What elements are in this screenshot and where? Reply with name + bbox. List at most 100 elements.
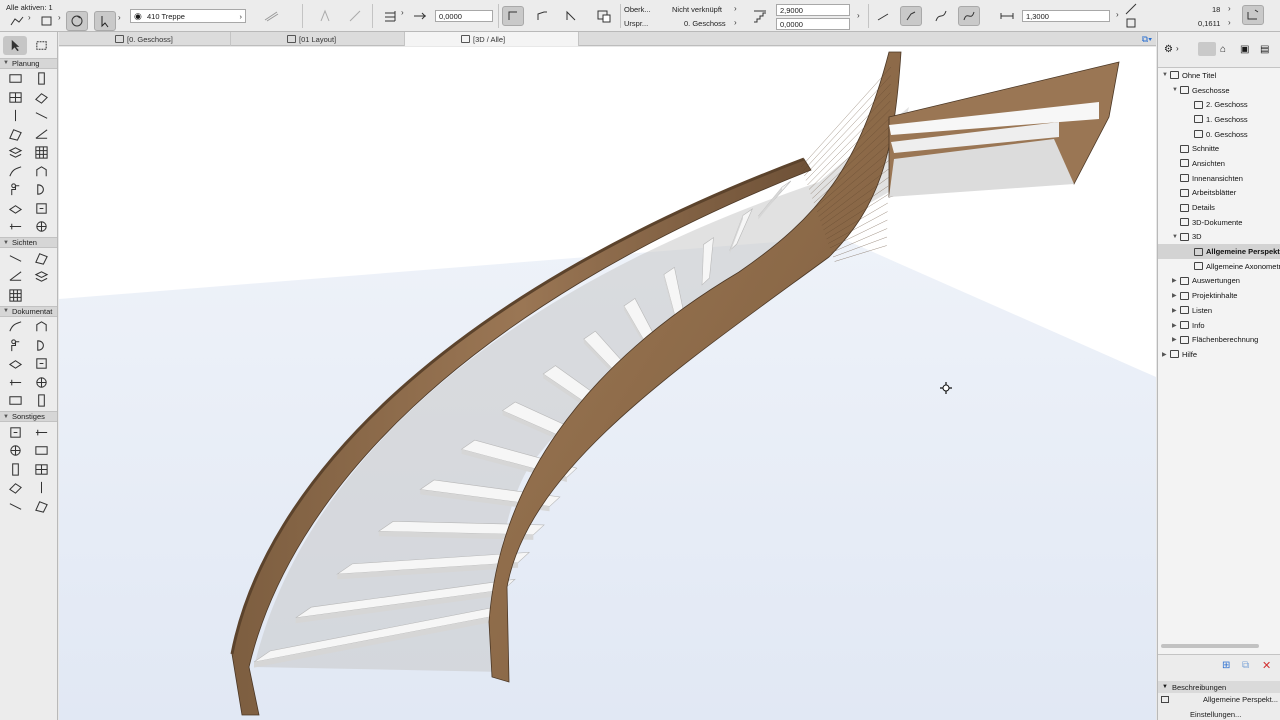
expand-arrow-icon[interactable]: ▶ bbox=[1172, 277, 1177, 284]
reference-line-icon[interactable] bbox=[380, 6, 402, 26]
sonstiges-tool-10-icon[interactable] bbox=[29, 497, 53, 516]
dokumentation-tool-1-icon[interactable] bbox=[3, 318, 27, 337]
collapse-arrow-icon[interactable]: ▼ bbox=[1172, 234, 1178, 240]
offset-icon[interactable] bbox=[409, 6, 431, 26]
planung-tool-1-icon[interactable] bbox=[3, 70, 27, 89]
nav-item[interactable]: ▶ Projektinhalte bbox=[1158, 288, 1280, 303]
rail-icon[interactable] bbox=[872, 6, 894, 26]
height-field[interactable]: 2,9000 bbox=[776, 4, 850, 16]
tab-3d[interactable]: [3D / Alle] bbox=[405, 32, 579, 46]
planung-tool-13-icon[interactable] bbox=[3, 181, 27, 200]
collapse-arrow-icon[interactable]: ▼ bbox=[1172, 87, 1178, 93]
planung-tool-2-icon[interactable] bbox=[29, 70, 53, 89]
planung-tool-6-icon[interactable] bbox=[29, 107, 53, 126]
section-dokumentation[interactable]: ▼ Dokumentat bbox=[0, 305, 57, 317]
winder-mode-icon[interactable] bbox=[560, 6, 582, 26]
nav-item[interactable]: ▶ Flächenberechnung bbox=[1158, 332, 1280, 347]
geometry-method-icon[interactable] bbox=[36, 11, 58, 31]
expand-arrow-icon[interactable]: ▶ bbox=[1172, 292, 1177, 299]
planung-tool-14-icon[interactable] bbox=[29, 181, 53, 200]
planung-tool-10-icon[interactable] bbox=[29, 144, 53, 163]
sonstiges-tool-2-icon[interactable] bbox=[29, 423, 53, 442]
nav-item[interactable]: ▶ Auswertungen bbox=[1158, 274, 1280, 289]
planung-tool-3-icon[interactable] bbox=[3, 88, 27, 107]
stair-settings-icon[interactable] bbox=[1242, 5, 1264, 25]
sonstiges-tool-7-icon[interactable] bbox=[3, 479, 27, 498]
expand-arrow-icon[interactable]: ▶ bbox=[1172, 322, 1177, 329]
project-map-icon[interactable] bbox=[1198, 42, 1216, 56]
dokumentation-tool-7-icon[interactable] bbox=[3, 373, 27, 392]
nav-item[interactable]: 0. Geschoss bbox=[1158, 127, 1280, 142]
planung-tool-5-icon[interactable] bbox=[3, 107, 27, 126]
descriptions-header[interactable]: ▼ Beschreibungen bbox=[1158, 681, 1280, 693]
top-link-value[interactable]: Nicht verknüpft bbox=[672, 5, 722, 14]
section-planung[interactable]: ▼ Planung bbox=[0, 57, 57, 69]
origin-story-value[interactable]: 0. Geschoss bbox=[684, 19, 726, 28]
nav-item[interactable]: Allgemeine Axonometrie bbox=[1158, 259, 1280, 274]
layout-book-icon[interactable]: ▣ bbox=[1240, 44, 1249, 55]
riser-height-value[interactable]: 0,1611 bbox=[1198, 19, 1220, 28]
nav-item[interactable]: Arbeitsblätter bbox=[1158, 186, 1280, 201]
nav-item[interactable]: ▼ Ohne Titel bbox=[1158, 68, 1280, 83]
width-field[interactable]: 1,3000 bbox=[1022, 10, 1110, 22]
rotate-view-icon[interactable] bbox=[66, 11, 88, 31]
planung-tool-16-icon[interactable] bbox=[29, 199, 53, 218]
section-sonstiges[interactable]: ▼ Sonstiges bbox=[0, 411, 57, 422]
offset-field[interactable]: 0,0000 bbox=[435, 10, 493, 22]
nav-item[interactable]: ▶ Listen bbox=[1158, 303, 1280, 318]
clone-view-icon[interactable]: ⧉ bbox=[1242, 660, 1249, 671]
nav-item[interactable]: ▶ Hilfe bbox=[1158, 347, 1280, 362]
base-offset-field[interactable]: 0,0000 bbox=[776, 18, 850, 30]
tread-icon[interactable] bbox=[344, 6, 366, 26]
nav-item[interactable]: Ansichten bbox=[1158, 156, 1280, 171]
tab-floor-plan[interactable]: [0. Geschoss] bbox=[59, 32, 231, 46]
planung-tool-7-icon[interactable] bbox=[3, 125, 27, 144]
dokumentation-tool-4-icon[interactable] bbox=[29, 336, 53, 355]
sichten-tool-1-icon[interactable] bbox=[3, 249, 27, 268]
new-view-icon[interactable]: ⊞ bbox=[1222, 660, 1230, 671]
arrow-select-icon[interactable] bbox=[3, 36, 27, 55]
riser-count-value[interactable]: 18 bbox=[1212, 5, 1220, 14]
sonstiges-tool-4-icon[interactable] bbox=[29, 442, 53, 461]
nav-item[interactable]: Schnitte bbox=[1158, 141, 1280, 156]
collapse-arrow-icon[interactable]: ▼ bbox=[1162, 72, 1168, 78]
dokumentation-tool-8-icon[interactable] bbox=[29, 373, 53, 392]
sonstiges-tool-3-icon[interactable] bbox=[3, 442, 27, 461]
element-type-icon[interactable] bbox=[6, 11, 28, 31]
view-map-icon[interactable]: ⌂ bbox=[1220, 44, 1226, 55]
nav-item[interactable]: ▼ Geschosse bbox=[1158, 83, 1280, 98]
dokumentation-tool-3-icon[interactable] bbox=[3, 336, 27, 355]
navigator-menu-icon[interactable]: ⚙ bbox=[1164, 44, 1173, 55]
sichten-tool-5-icon[interactable] bbox=[3, 286, 27, 305]
3d-viewport[interactable] bbox=[59, 47, 1156, 720]
spline-icon[interactable] bbox=[958, 6, 980, 26]
delete-icon[interactable]: ✕ bbox=[1262, 659, 1271, 672]
sonstiges-tool-1-icon[interactable] bbox=[3, 423, 27, 442]
tab-layout[interactable]: [01 Layout] bbox=[231, 32, 405, 46]
planung-tool-8-icon[interactable] bbox=[29, 125, 53, 144]
sonstiges-tool-9-icon[interactable] bbox=[3, 497, 27, 516]
dokumentation-tool-6-icon[interactable] bbox=[29, 355, 53, 374]
publisher-icon[interactable]: ▤ bbox=[1260, 44, 1269, 55]
navigator-scrollbar[interactable] bbox=[1161, 644, 1259, 648]
sichten-tool-3-icon[interactable] bbox=[3, 268, 27, 287]
planung-tool-12-icon[interactable] bbox=[29, 162, 53, 181]
nav-item[interactable]: ▶ Info bbox=[1158, 318, 1280, 333]
dokumentation-tool-5-icon[interactable] bbox=[3, 355, 27, 374]
landing-mode-icon[interactable] bbox=[531, 6, 553, 26]
sonstiges-tool-6-icon[interactable] bbox=[29, 460, 53, 479]
planung-tool-4-icon[interactable] bbox=[29, 88, 53, 107]
nav-item[interactable]: 3D-Dokumente bbox=[1158, 215, 1280, 230]
settings-link[interactable]: Einstellungen... bbox=[1190, 710, 1241, 719]
shape-mode-icon[interactable] bbox=[590, 6, 618, 26]
planung-tool-17-icon[interactable] bbox=[3, 218, 27, 237]
stair-type-icon[interactable] bbox=[258, 6, 284, 26]
walking-line-icon[interactable] bbox=[900, 6, 922, 26]
nav-item[interactable]: Innenansichten bbox=[1158, 171, 1280, 186]
section-sichten[interactable]: ▼ Sichten bbox=[0, 237, 57, 248]
expand-arrow-icon[interactable]: ▶ bbox=[1172, 336, 1177, 343]
nav-item[interactable]: 2. Geschoss bbox=[1158, 97, 1280, 112]
planung-tool-18-icon[interactable] bbox=[29, 218, 53, 237]
dokumentation-tool-9-icon[interactable] bbox=[3, 392, 27, 411]
layer-select[interactable]: ◉ 410 Treppe › bbox=[130, 9, 246, 23]
